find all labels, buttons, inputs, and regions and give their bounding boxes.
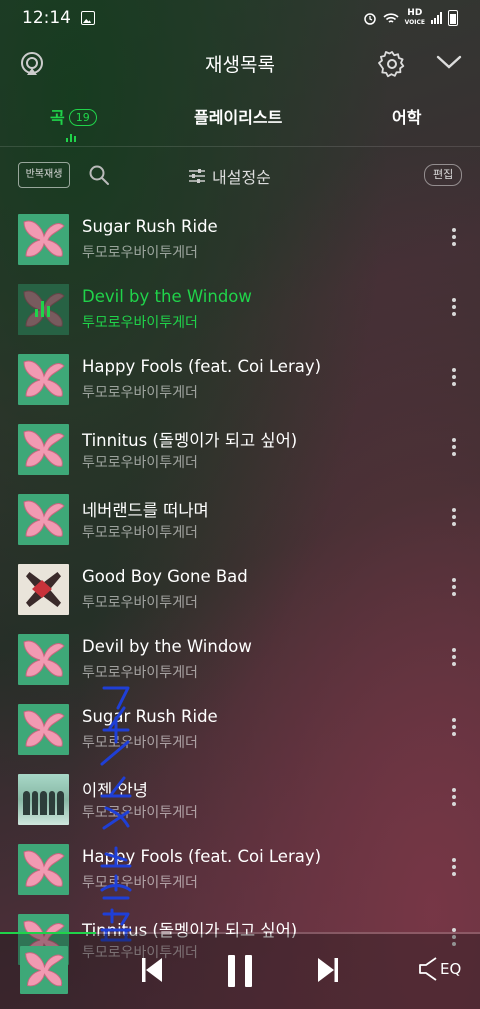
list-toolbar: 반복재생 내설정순 편집: [0, 160, 480, 192]
song-row[interactable]: Tinnitus (돌멩이가 되고 싶어) 투모로우바이투게더: [0, 414, 480, 484]
album-art-ribbon: [25, 952, 64, 987]
now-playing-indicator-icon: [66, 134, 76, 142]
album-art: [18, 844, 69, 895]
tab-playlist[interactable]: 플레이리스트: [194, 104, 282, 128]
status-bar: 12:14 HD VOICE: [0, 0, 480, 36]
tabs-divider: [0, 146, 480, 147]
more-options-icon[interactable]: [446, 368, 462, 390]
page-title: 재생목록: [205, 53, 275, 76]
edit-button[interactable]: 편집: [424, 164, 463, 186]
search-icon[interactable]: [88, 164, 110, 186]
song-row[interactable]: 이젠 안녕 투모로우바이투게더: [0, 764, 480, 834]
song-title: Devil by the Window: [82, 287, 252, 306]
song-artist: 투모로우바이투게더: [82, 245, 198, 261]
album-art-ribbon: [23, 640, 65, 677]
song-row[interactable]: Happy Fools (feat. Coi Leray) 투모로우바이투게더: [0, 834, 480, 904]
more-options-icon[interactable]: [446, 508, 462, 530]
sort-selector[interactable]: 내설정순: [188, 164, 271, 188]
album-art: [18, 634, 69, 685]
settings-gear-icon[interactable]: [378, 50, 406, 78]
more-options-icon[interactable]: [446, 648, 462, 670]
more-options-icon[interactable]: [446, 858, 462, 880]
song-row[interactable]: 네버랜드를 떠나며투모로우바이투게더: [0, 484, 480, 554]
song-title: 네버랜드를 떠나며: [82, 501, 209, 520]
tab-bar: 곡 19 플레이리스트 어학: [0, 96, 480, 146]
album-art: [18, 284, 69, 335]
sliders-icon: [189, 169, 205, 183]
equalizer-button[interactable]: EQ: [418, 956, 461, 982]
alarm-icon: [363, 13, 376, 25]
song-title: Happy Fools (feat. Coi Leray): [82, 357, 322, 376]
tab-songs[interactable]: 곡 19: [50, 104, 97, 142]
song-row[interactable]: Devil by the Window 투모로우바이투게더: [0, 274, 480, 344]
handwritten-signature-watermark: [100, 686, 132, 942]
album-art: [18, 774, 69, 825]
album-art-ribbon: [23, 500, 65, 537]
song-artist: 투모로우바이투게더: [82, 525, 198, 541]
album-art-ribbon: [23, 430, 65, 467]
album-art: [18, 354, 69, 405]
song-title: Devil by the Window: [82, 637, 252, 656]
album-art: [18, 424, 69, 475]
gallery-notification-icon: [81, 11, 95, 25]
album-art: [18, 214, 69, 265]
song-row[interactable]: Sugar Rush Ride 투모로우바이투게더: [0, 694, 480, 764]
mini-player: EQ: [0, 934, 480, 1009]
signal-icon: [431, 12, 442, 24]
song-row[interactable]: Devil by the Window 투모로우바이투게더: [0, 624, 480, 694]
more-options-icon[interactable]: [446, 298, 462, 320]
song-row[interactable]: Sugar Rush Ride 투모로우바이투게더: [0, 204, 480, 274]
album-art-ribbon: [23, 220, 65, 257]
album-art: [18, 704, 69, 755]
song-row[interactable]: Good Boy Gone Bad 투모로우바이투게더: [0, 554, 480, 624]
song-title: Good Boy Gone Bad: [82, 567, 248, 586]
playlist-header: 재생목록: [0, 40, 480, 86]
now-playing-album-art[interactable]: [20, 946, 68, 994]
album-art-ribbon: [23, 710, 65, 747]
status-icons: HD VOICE: [363, 9, 458, 27]
cast-icon[interactable]: [18, 50, 46, 78]
album-art: [18, 564, 69, 615]
eq-label: EQ: [440, 960, 462, 978]
album-art: [18, 494, 69, 545]
tab-language[interactable]: 어학: [392, 104, 421, 128]
previous-track-icon[interactable]: [140, 956, 164, 984]
next-track-icon[interactable]: [316, 956, 340, 984]
pause-icon[interactable]: [226, 954, 254, 988]
song-title: Sugar Rush Ride: [82, 217, 218, 236]
song-artist: 투모로우바이투게더: [82, 385, 198, 401]
wifi-icon: [383, 12, 399, 23]
repeat-button[interactable]: 반복재생: [18, 162, 70, 188]
battery-icon: [448, 10, 458, 26]
album-art-ribbon: [23, 360, 65, 397]
song-row[interactable]: Happy Fools (feat. Coi Leray) 투모로우바이투게더: [0, 344, 480, 414]
status-time: 12:14: [22, 8, 71, 28]
chevron-down-icon[interactable]: [436, 54, 462, 70]
speaker-icon: [419, 957, 437, 981]
album-art-ribbon: [23, 850, 65, 887]
song-artist: 투모로우바이투게더: [82, 595, 198, 611]
song-artist: 투모로우바이투게더: [82, 455, 198, 471]
more-options-icon[interactable]: [446, 788, 462, 810]
tab-songs-label: 곡: [50, 108, 65, 127]
sort-label: 내설정순: [212, 168, 271, 187]
hd-voice-icon: HD VOICE: [404, 8, 425, 27]
song-title: Tinnitus (돌멩이가 되고 싶어): [82, 431, 298, 450]
song-count-badge: 19: [68, 109, 97, 126]
song-artist: 투모로우바이투게더: [82, 315, 198, 331]
more-options-icon[interactable]: [446, 578, 462, 600]
more-options-icon[interactable]: [446, 718, 462, 740]
playing-bars-icon: [35, 301, 50, 317]
more-options-icon[interactable]: [446, 438, 462, 460]
more-options-icon[interactable]: [446, 228, 462, 250]
